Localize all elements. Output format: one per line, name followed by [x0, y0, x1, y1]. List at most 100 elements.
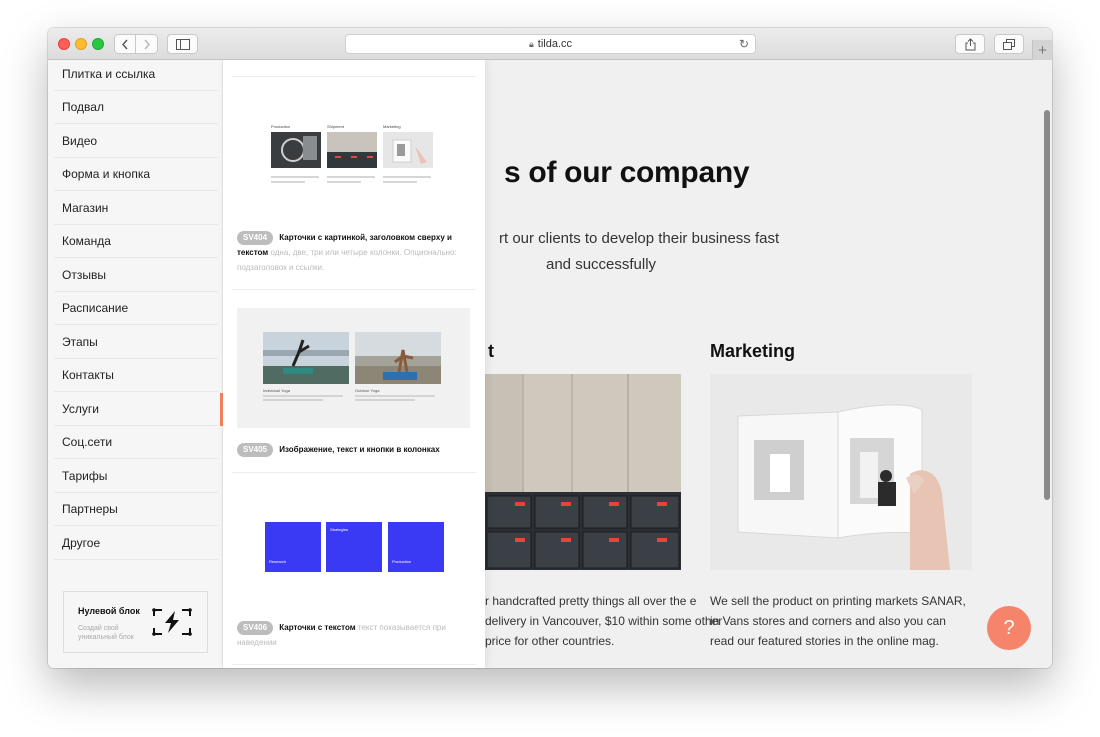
block-category-panel: Плитка и ссылка Подвал Видео Форма и кно… [48, 60, 224, 668]
preview-image [355, 332, 441, 384]
preview-line [263, 399, 323, 401]
address-bar[interactable]: 🔒︎ tilda.cc ↻ [345, 34, 756, 54]
category-label: Партнеры [62, 502, 118, 516]
service-2-title: Marketing [710, 341, 796, 361]
preview-caption: Individual Yoga [263, 388, 290, 393]
divider [232, 472, 476, 473]
block-preview: Production Shipment Marketing [271, 124, 437, 184]
lightning-frame-icon [152, 608, 192, 636]
preview-image [271, 132, 321, 168]
category-label: Соц.сети [62, 435, 113, 449]
lock-icon: 🔒︎ [528, 38, 534, 49]
maximize-window-button[interactable] [92, 38, 104, 50]
category-services[interactable]: Услуги [54, 393, 224, 426]
sidebar-icon [175, 38, 190, 50]
preview-line [271, 181, 305, 183]
preview-image [327, 132, 377, 168]
service-2-text: We sell the product on printing markets … [710, 594, 966, 648]
block-code-badge: SV405 [237, 443, 274, 457]
preview-line [263, 395, 343, 397]
preview-caption: Shipment [327, 124, 344, 129]
preview-caption: Production [392, 559, 412, 564]
category-tile-and-link[interactable]: Плитка и ссылка [54, 60, 218, 91]
divider [232, 664, 476, 665]
preview-card: Production [388, 522, 444, 572]
category-label: Команда [62, 234, 111, 248]
share-button[interactable] [955, 34, 985, 54]
minimize-window-button[interactable] [75, 38, 87, 50]
block-preview: Individual Yoga Outdoor Yoga [237, 308, 470, 428]
page-content: s of our company rt our clients to devel… [48, 60, 1052, 668]
back-button[interactable] [114, 34, 136, 54]
category-steps[interactable]: Этапы [54, 326, 218, 359]
category-label: Видео [62, 134, 98, 148]
block-card-label: SV406 Карточки с текстом текст показывае… [237, 620, 473, 650]
browser-window: 🔒︎ tilda.cc ↻ + s of our company rt our … [48, 28, 1052, 668]
category-pricing[interactable]: Тарифы [54, 460, 218, 493]
forward-button[interactable] [136, 34, 158, 54]
category-schedule[interactable]: Расписание [54, 292, 218, 325]
preview-line [355, 399, 415, 401]
category-social[interactable]: Соц.сети [54, 426, 218, 459]
category-form-and-button[interactable]: Форма и кнопка [54, 158, 218, 191]
block-card-label: SV405 Изображение, текст и кнопки в коло… [237, 442, 473, 457]
category-label: Другое [62, 536, 101, 550]
magazine-photo [710, 374, 972, 570]
category-label: Тарифы [62, 469, 108, 483]
category-footer[interactable]: Подвал [54, 91, 218, 124]
zero-block-button[interactable]: Нулевой блок Создай свой уникальный блок [63, 591, 208, 653]
url-text: tilda.cc [537, 38, 573, 50]
category-label: Этапы [62, 335, 98, 349]
block-description: одна, две, три или четыре колонки. Опцио… [237, 248, 457, 272]
help-button[interactable]: ? [987, 606, 1031, 650]
preview-caption: Outdoor Yoga [355, 388, 380, 393]
show-tabs-button[interactable] [994, 34, 1024, 54]
preview-line [327, 181, 361, 183]
preview-column: Production [271, 124, 321, 183]
close-window-button[interactable] [58, 38, 70, 50]
new-tab-button[interactable]: + [1032, 40, 1052, 60]
sidebar-toggle-button[interactable] [167, 34, 198, 54]
page-scrollbar[interactable] [1044, 110, 1050, 500]
category-other[interactable]: Другое [54, 527, 218, 560]
category-label: Контакты [62, 368, 114, 382]
chevron-right-icon [143, 39, 150, 49]
preview-line [355, 395, 435, 397]
preview-card: Research [265, 522, 321, 572]
preview-line [327, 176, 375, 178]
preview-caption: Marketing [383, 124, 401, 129]
preview-column: Shipment [327, 124, 377, 183]
block-code-badge: SV404 [237, 231, 274, 245]
preview-caption: Research [269, 559, 287, 564]
chevron-left-icon [122, 39, 128, 49]
zero-block-title: Нулевой блок [78, 606, 140, 616]
block-preview: Research Strategies Production [263, 522, 444, 574]
category-team[interactable]: Команда [54, 225, 218, 258]
block-name: Карточки с текстом [279, 623, 356, 632]
preview-card: Strategies [326, 522, 382, 572]
category-video[interactable]: Видео [54, 125, 218, 158]
preview-caption: Strategies [330, 527, 349, 532]
category-label: Подвал [62, 100, 104, 114]
block-name: Изображение, текст и кнопки в колонках [279, 445, 440, 454]
title-bar: 🔒︎ tilda.cc ↻ + [48, 28, 1052, 60]
subtitle-line-1: rt our clients to develop their business… [499, 230, 780, 247]
category-reviews[interactable]: Отзывы [54, 259, 218, 292]
block-card-label: SV404 Карточки с картинкой, заголовком с… [237, 230, 473, 275]
category-shop[interactable]: Магазин [54, 192, 218, 225]
category-label: Услуги [62, 402, 99, 416]
zero-block-description: Создай свой уникальный блок [78, 625, 134, 641]
page-subtitle: rt our clients to develop their business… [499, 226, 799, 278]
share-icon [965, 37, 975, 50]
subtitle-line-2: and successfully [546, 256, 657, 273]
tabs-icon [1003, 38, 1015, 50]
preview-image [383, 132, 433, 168]
category-label: Расписание [62, 301, 129, 315]
service-1-title: t [488, 341, 494, 361]
block-code-badge: SV406 [237, 621, 274, 635]
category-partners[interactable]: Партнеры [54, 493, 218, 526]
category-contacts[interactable]: Контакты [54, 359, 218, 392]
reload-icon[interactable]: ↻ [739, 37, 749, 51]
category-label: Форма и кнопка [62, 167, 151, 181]
service-1-text: r handcrafted pretty things all over the… [485, 594, 723, 648]
